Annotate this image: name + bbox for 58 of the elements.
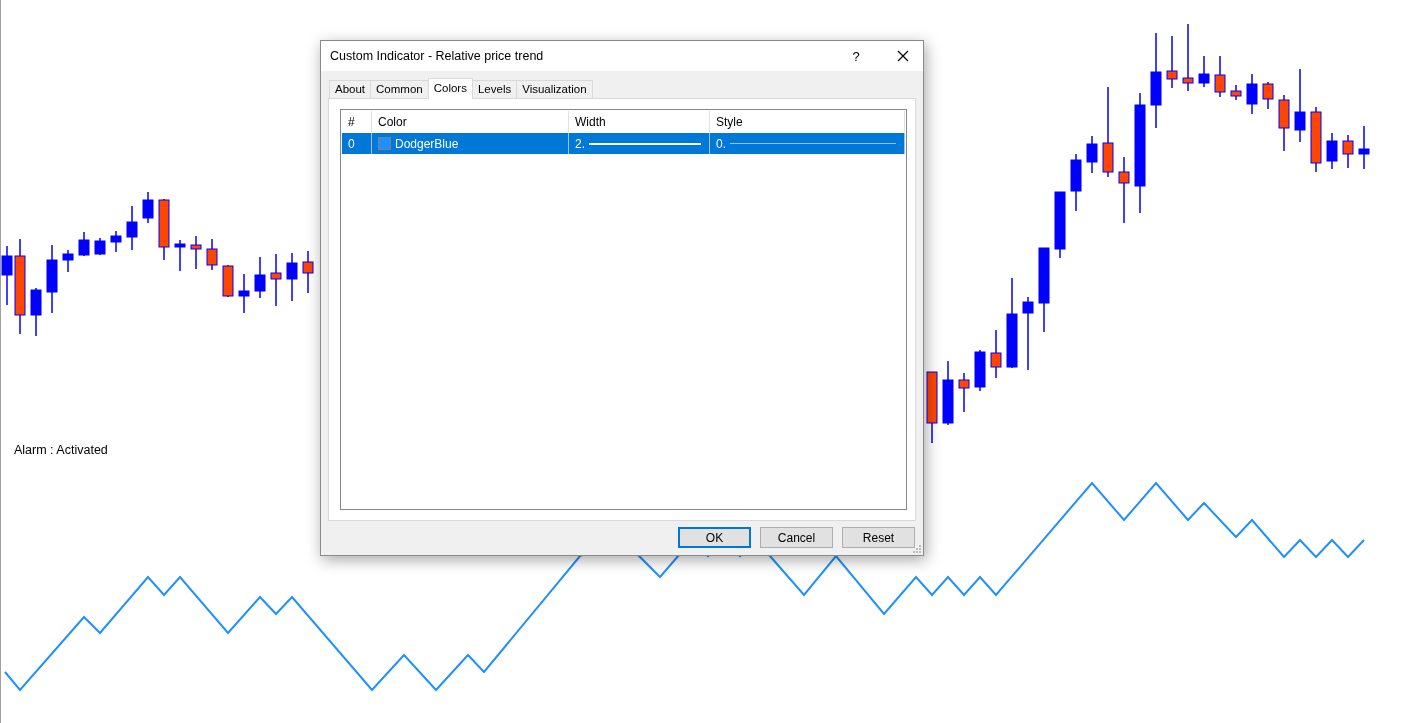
- candlestick: [1262, 81, 1274, 110]
- candlestick: [990, 329, 1002, 379]
- candlestick: [94, 237, 106, 256]
- candlestick: [222, 264, 234, 298]
- candlestick: [1326, 132, 1338, 170]
- candlestick: [190, 235, 202, 270]
- candlestick: [126, 205, 138, 251]
- candlestick: [1278, 94, 1290, 152]
- candlestick: [1246, 73, 1258, 115]
- dialog-button[interactable]: Cancel: [760, 527, 833, 548]
- help-button[interactable]: ?: [841, 41, 871, 71]
- candlestick: [62, 249, 74, 273]
- tab[interactable]: About: [329, 80, 372, 98]
- candlestick: [1070, 153, 1082, 212]
- candlestick: [174, 239, 186, 272]
- column-header[interactable]: Style: [710, 111, 905, 132]
- column-header[interactable]: #: [342, 111, 372, 132]
- candlestick: [206, 238, 218, 271]
- candlestick: [158, 198, 170, 261]
- table-row[interactable]: 0 DodgerBlue 2. 0.: [342, 133, 905, 154]
- candlestick: [1358, 125, 1370, 170]
- candlestick: [1166, 35, 1178, 89]
- candlestick: [1054, 191, 1066, 259]
- color-name: DodgerBlue: [395, 136, 459, 151]
- candlestick: [958, 372, 970, 413]
- dialog-button[interactable]: Reset: [842, 527, 915, 548]
- candlestick: [30, 287, 42, 337]
- candlestick: [110, 230, 122, 253]
- candlestick: [1118, 156, 1130, 224]
- candlestick: [1310, 106, 1322, 173]
- candlestick: [1342, 134, 1354, 169]
- dialog-button[interactable]: OK: [678, 527, 751, 548]
- candlestick: [1182, 23, 1194, 92]
- candlestick: [254, 256, 266, 299]
- close-icon: [897, 50, 909, 62]
- table-cell: 0: [342, 133, 372, 154]
- candlestick: [1230, 84, 1242, 101]
- candlestick: [270, 253, 282, 307]
- alarm-status-text: Alarm : Activated: [14, 443, 108, 457]
- style-value: 0.: [716, 136, 726, 151]
- candlestick: [142, 191, 154, 224]
- tab[interactable]: Visualization: [516, 80, 593, 98]
- candlestick: [302, 250, 314, 294]
- candlestick: [46, 244, 58, 314]
- candlestick: [1086, 135, 1098, 174]
- resize-grip-icon[interactable]: [913, 545, 921, 553]
- column-header[interactable]: Color: [372, 111, 569, 132]
- window-title: Custom Indicator - Relative price trend: [330, 49, 545, 63]
- candlestick: [974, 349, 986, 392]
- candlestick: [286, 252, 298, 302]
- candlestick: [942, 360, 954, 426]
- candlestick: [1214, 55, 1226, 98]
- candlestick: [78, 231, 90, 257]
- candlestick: [238, 273, 250, 314]
- column-header[interactable]: Width: [569, 111, 710, 132]
- width-value: 2.: [575, 136, 585, 151]
- tab[interactable]: Colors: [427, 78, 473, 99]
- candlestick: [1198, 55, 1210, 88]
